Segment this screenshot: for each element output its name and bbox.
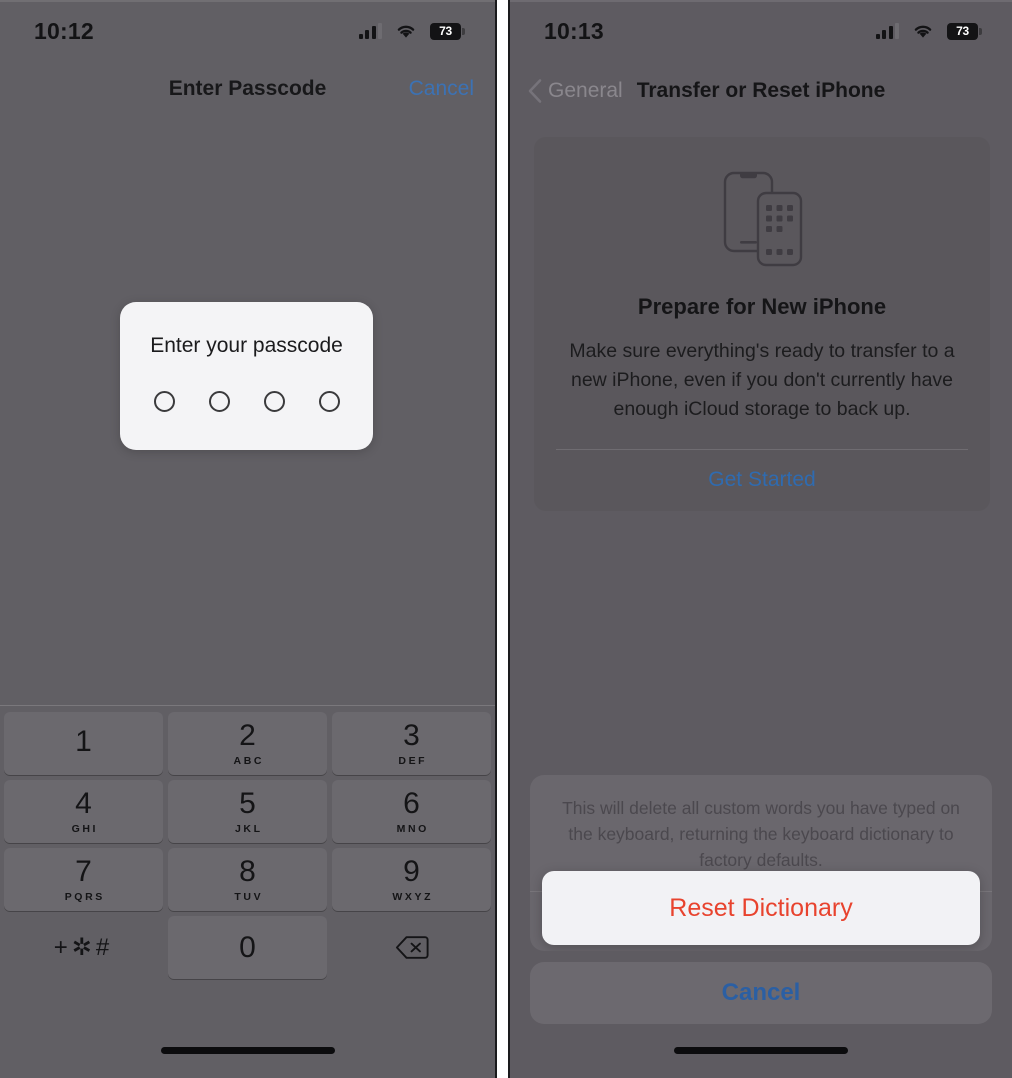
action-sheet-cancel-button[interactable]: Cancel xyxy=(530,962,992,1024)
key-letters: MNO xyxy=(396,822,429,835)
keypad-row: 4 GHI 5 JKL 6 MNO xyxy=(4,780,491,843)
passcode-nav-bar: Enter Passcode Cancel xyxy=(0,72,495,106)
key-9[interactable]: 9 WXYZ xyxy=(332,848,491,911)
key-3[interactable]: 3 DEF xyxy=(332,712,491,775)
passcode-dot xyxy=(153,391,175,412)
key-symbols[interactable]: +✲# xyxy=(4,916,163,979)
key-number: 1 xyxy=(75,724,92,758)
action-sheet: This will delete all custom words you ha… xyxy=(530,775,992,1024)
status-time: 10:12 xyxy=(34,17,94,44)
cancel-button[interactable]: Cancel xyxy=(409,77,474,101)
passcode-dialog-title: Enter your passcode xyxy=(150,334,343,357)
get-started-button[interactable]: Get Started xyxy=(556,450,968,511)
key-5[interactable]: 5 JKL xyxy=(168,780,327,843)
card-description: Make sure everything's ready to transfer… xyxy=(569,340,955,420)
battery-icon: 73 xyxy=(430,22,465,40)
keypad-row: 1 2 ABC 3 DEF xyxy=(4,712,491,775)
passcode-dot xyxy=(263,391,285,412)
battery-icon: 73 xyxy=(947,22,982,40)
home-indicator xyxy=(674,1047,848,1054)
screenshot-stage: 10:12 73 Enter Passcode Cancel Enter you… xyxy=(0,0,1012,1078)
cellular-bars-icon xyxy=(875,23,899,39)
left-phone-screen: 10:12 73 Enter Passcode Cancel Enter you… xyxy=(0,0,497,1078)
key-6[interactable]: 6 MNO xyxy=(332,780,491,843)
battery-level: 73 xyxy=(439,24,452,38)
key-letters: JKL xyxy=(234,822,263,835)
page-title: Enter Passcode xyxy=(168,77,327,100)
key-4[interactable]: 4 GHI xyxy=(4,780,163,843)
passcode-dialog: Enter your passcode xyxy=(120,302,373,450)
delete-backward-icon xyxy=(395,935,429,960)
key-1[interactable]: 1 xyxy=(4,712,163,775)
status-icons: 73 xyxy=(875,22,982,40)
keypad-row: 7 PQRS 8 TUV 9 WXYZ xyxy=(4,848,491,911)
key-number: 6 xyxy=(403,786,420,820)
reset-dictionary-label: Reset Dictionary xyxy=(669,893,853,922)
key-0[interactable]: 0 xyxy=(168,916,327,979)
reset-dictionary-button[interactable]: Reset Dictionary xyxy=(542,871,980,945)
left-status-bar: 10:12 73 xyxy=(0,14,495,48)
numeric-keypad: 1 2 ABC 3 DEF 4 GHI 5 JKL 6 MNO 7 PQRS 8… xyxy=(0,708,495,984)
back-button-label[interactable]: General xyxy=(548,79,623,103)
key-letters: WXYZ xyxy=(392,890,434,903)
key-number: 5 xyxy=(239,786,256,820)
key-number: 8 xyxy=(239,854,256,888)
key-symbols-label: +✲# xyxy=(53,934,114,961)
key-number: 0 xyxy=(239,930,256,964)
key-number: 9 xyxy=(403,854,420,888)
card-title: Prepare for New iPhone xyxy=(637,294,887,319)
key-letters: TUV xyxy=(234,890,264,903)
right-phone-screen: 10:13 73 General Transfer or Reset iPhon… xyxy=(508,0,1012,1078)
key-letters: ABC xyxy=(233,754,265,767)
battery-level: 73 xyxy=(956,24,969,38)
key-8[interactable]: 8 TUV xyxy=(168,848,327,911)
keypad-row: +✲# 0 xyxy=(4,916,491,979)
key-number: 7 xyxy=(75,854,92,888)
cellular-bars-icon xyxy=(358,23,382,39)
key-letters: DEF xyxy=(398,754,428,767)
key-letters: GHI xyxy=(71,822,99,835)
home-indicator xyxy=(160,1047,335,1054)
key-7[interactable]: 7 PQRS xyxy=(4,848,163,911)
passcode-dot xyxy=(318,391,340,412)
status-icons: 73 xyxy=(358,22,465,40)
settings-nav-bar: General Transfer or Reset iPhone xyxy=(510,72,1012,110)
key-number: 3 xyxy=(403,718,420,752)
delete-backward-button[interactable] xyxy=(332,916,491,979)
key-letters: PQRS xyxy=(64,890,105,903)
prepare-for-new-iphone-card: Prepare for New iPhone Make sure everyth… xyxy=(534,137,990,511)
chevron-left-icon[interactable] xyxy=(524,78,546,104)
passcode-dot xyxy=(208,391,230,412)
action-sheet-group: This will delete all custom words you ha… xyxy=(530,775,992,951)
wifi-icon xyxy=(395,23,417,39)
keypad-divider xyxy=(0,705,495,706)
page-title: Transfer or Reset iPhone xyxy=(636,79,886,102)
two-iphones-icon xyxy=(716,169,808,272)
passcode-dots xyxy=(153,391,340,412)
wifi-icon xyxy=(912,23,934,39)
cancel-label: Cancel xyxy=(721,979,801,1006)
status-time: 10:13 xyxy=(544,17,604,44)
key-number: 2 xyxy=(239,718,256,752)
key-2[interactable]: 2 ABC xyxy=(168,712,327,775)
key-number: 4 xyxy=(75,786,92,820)
right-status-bar: 10:13 73 xyxy=(510,14,1012,48)
